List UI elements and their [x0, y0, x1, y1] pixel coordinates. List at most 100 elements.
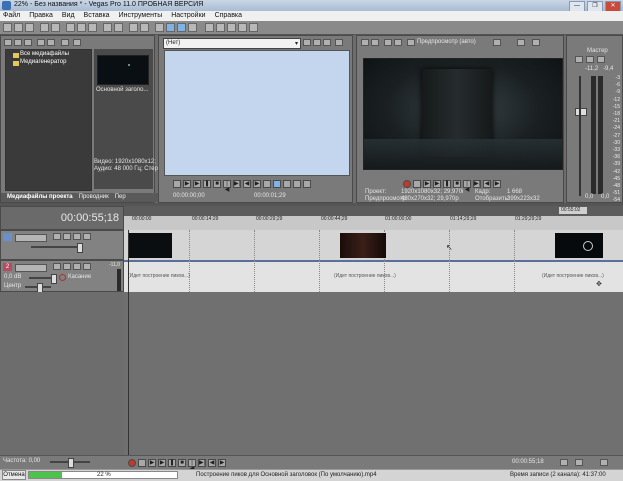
tab-explorer[interactable]: Проводник — [79, 193, 109, 202]
playhead[interactable] — [128, 230, 129, 462]
preview-frame[interactable] — [363, 58, 563, 170]
timeline-prev-frame-icon[interactable]: ◀ — [208, 459, 216, 467]
timeline-go-start-icon[interactable]: |◀ — [188, 459, 196, 472]
trimmer-stop-icon[interactable]: ■ — [213, 180, 221, 188]
trimmer-add-icon[interactable] — [313, 39, 321, 46]
external-monitor-icon[interactable] — [371, 39, 379, 46]
ruler-marker[interactable]: 00:55:02 — [559, 207, 587, 214]
trimmer-overwrite-icon[interactable] — [263, 180, 271, 188]
track-motion-icon[interactable] — [53, 233, 61, 240]
tree-item-media-generator[interactable]: Медиагенератор — [20, 59, 66, 65]
timeline-go-end-icon[interactable]: ▶| — [198, 459, 206, 467]
video-thumbnail[interactable] — [555, 233, 603, 258]
play-from-start-icon[interactable]: ▶ — [423, 180, 431, 188]
help-icon[interactable] — [238, 23, 247, 32]
timeline-play-from-start-icon[interactable]: ▶ — [148, 459, 156, 467]
trimmer-next-frame-icon[interactable]: ▶ — [253, 180, 261, 188]
open-icon[interactable] — [14, 23, 23, 32]
normal-edit-tool-icon[interactable] — [166, 23, 175, 32]
automation-mode-label[interactable]: Касание — [68, 274, 91, 280]
whats-this-icon[interactable] — [249, 23, 258, 32]
video-thumbnail[interactable] — [128, 233, 172, 258]
menu-options[interactable]: Настройки — [171, 11, 205, 21]
audio-track-lane[interactable]: (Идет построение пиков...) (Идет построе… — [124, 260, 623, 292]
tab-transitions[interactable]: Пер — [115, 193, 126, 202]
trimmer-prev-frame-icon[interactable]: ◀ — [243, 180, 251, 188]
automation-icon[interactable] — [59, 274, 66, 281]
timeline-record-icon[interactable] — [128, 459, 136, 467]
audio-fx-icon[interactable] — [53, 263, 61, 270]
timeline-next-frame-icon[interactable]: ▶ — [218, 459, 226, 467]
menu-file[interactable]: Файл — [3, 11, 20, 21]
copy-snapshot-icon[interactable] — [517, 39, 525, 46]
menu-view[interactable]: Вид — [62, 11, 75, 21]
prev-frame-icon[interactable]: ◀ — [483, 180, 491, 188]
zoom-in-icon[interactable] — [560, 459, 568, 466]
trimmer-media-dropdown[interactable]: (Нет) ▾ — [163, 38, 301, 49]
timeline-ruler[interactable]: 00:00:00 00:00:14:29 00:00:29;29 00:00:4… — [124, 216, 623, 230]
auto-crossfade-icon[interactable] — [227, 23, 236, 32]
trimmer-add-after-icon[interactable] — [293, 180, 301, 188]
trimmer-preview-area[interactable] — [164, 50, 350, 176]
pause-icon[interactable]: ❚ — [443, 180, 451, 188]
record-icon[interactable] — [403, 180, 411, 188]
trimmer-fit-icon[interactable] — [303, 180, 311, 188]
redo-icon[interactable] — [114, 23, 123, 32]
timeline-current-time[interactable]: 00:00:55;18 — [61, 212, 119, 224]
trimmer-delete-icon[interactable] — [303, 39, 311, 46]
rate-slider-thumb[interactable] — [68, 458, 74, 468]
video-mute-icon[interactable] — [73, 233, 81, 240]
paste-icon[interactable] — [88, 23, 97, 32]
master-fx-icon[interactable] — [575, 56, 583, 63]
timeline-pause-icon[interactable]: ❚ — [168, 459, 176, 467]
cancel-button[interactable]: Отмена — [2, 470, 26, 480]
new-project-icon[interactable] — [3, 23, 12, 32]
edit-tool-icon[interactable] — [140, 23, 149, 32]
zoom-tool-icon[interactable] — [188, 23, 197, 32]
zoom-out-icon[interactable] — [575, 459, 583, 466]
preview-properties-icon[interactable] — [361, 39, 369, 46]
marker-bar[interactable]: 00:55:02 — [124, 206, 623, 216]
snap-icon[interactable] — [129, 23, 138, 32]
go-end-icon[interactable]: ▶| — [473, 180, 481, 188]
undo-icon[interactable] — [103, 23, 112, 32]
audio-solo-icon[interactable] — [83, 263, 91, 270]
audio-track-name[interactable] — [15, 264, 47, 272]
timeline-stop-icon[interactable]: ■ — [178, 459, 186, 467]
timeline-menu-icon[interactable] — [600, 459, 608, 466]
trimmer-split-icon[interactable] — [323, 39, 331, 46]
master-volume-fader[interactable] — [575, 108, 587, 116]
get-media-icon[interactable] — [24, 39, 32, 46]
audio-track-header[interactable]: 2 -11,0 0,0 dB Касание Центр — [0, 260, 124, 293]
menu-edit[interactable]: Правка — [29, 11, 53, 21]
remove-media-icon[interactable] — [37, 39, 45, 46]
next-frame-icon[interactable]: ▶ — [493, 180, 501, 188]
save-icon[interactable] — [25, 23, 34, 32]
go-start-icon[interactable]: |◀ — [463, 180, 471, 193]
media-properties-icon[interactable] — [47, 39, 55, 46]
composite-level-slider[interactable] — [31, 246, 79, 248]
trimmer-loop-icon[interactable] — [173, 180, 181, 188]
trimmer-pause-icon[interactable]: ❚ — [203, 180, 211, 188]
save-snapshot-icon[interactable] — [532, 39, 540, 46]
video-solo-icon[interactable] — [83, 233, 91, 240]
media-thumbnail[interactable] — [97, 55, 149, 85]
capture-icon[interactable] — [14, 39, 22, 46]
play-icon[interactable]: ▶ — [433, 180, 441, 188]
video-track-header[interactable] — [0, 230, 124, 260]
preview-fx-icon[interactable] — [384, 39, 392, 46]
tree-item-all-media[interactable]: Все медиафайлы — [20, 51, 69, 57]
properties-icon[interactable] — [51, 23, 60, 32]
trimmer-add-before-icon[interactable] — [283, 180, 291, 188]
trimmer-insert-icon[interactable] — [273, 180, 281, 188]
video-thumbnail[interactable] — [340, 233, 386, 258]
envelope-tool-icon[interactable] — [155, 23, 164, 32]
menu-insert[interactable]: Вставка — [84, 11, 110, 21]
render-icon[interactable] — [40, 23, 49, 32]
selection-tool-icon[interactable] — [177, 23, 186, 32]
audio-mute-icon[interactable] — [73, 263, 81, 270]
track-fx-icon[interactable] — [63, 233, 71, 240]
ripple-icon[interactable] — [205, 23, 214, 32]
trimmer-play-from-start-icon[interactable]: ▶ — [183, 180, 191, 188]
trimmer-play-icon[interactable]: ▶ — [193, 180, 201, 188]
